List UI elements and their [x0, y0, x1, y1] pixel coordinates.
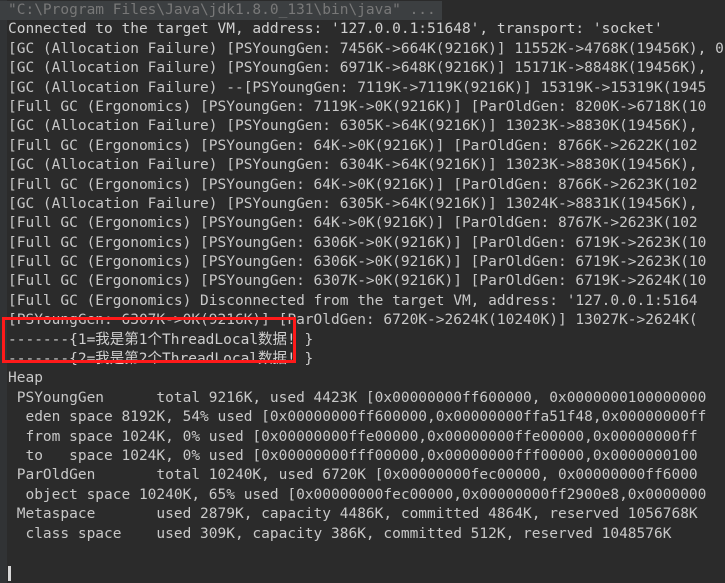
console-line: to space 1024K, 0% used [0x00000000fff00…	[8, 447, 698, 464]
console-line: [Full GC (Ergonomics) [PSYoungGen: 64K->…	[8, 215, 698, 232]
console-line: [Full GC (Ergonomics) [PSYoungGen: 6307K…	[8, 273, 707, 290]
console-line: [Full GC (Ergonomics) [PSYoungGen: 7119K…	[8, 98, 707, 115]
console-line: [GC (Allocation Failure) [PSYoungGen: 63…	[8, 118, 698, 135]
console-line-list: "C:\Program Files\Java\jdk1.8.0_131\bin\…	[0, 0, 725, 583]
console-line: [Full GC (Ergonomics) [PSYoungGen: 64K->…	[8, 176, 698, 193]
console-line: Heap	[8, 370, 43, 387]
command-line-row: "C:\Program Files\Java\jdk1.8.0_131\bin\…	[0, 1, 725, 21]
console-line: Metaspace used 2879K, capacity 4486K, co…	[8, 506, 698, 523]
console-line: [Full GC (Ergonomics) [PSYoungGen: 6306K…	[8, 254, 707, 271]
console-line: class space used 309K, capacity 386K, co…	[8, 525, 672, 542]
console-line: eden space 8192K, 54% used [0x00000000ff…	[8, 409, 707, 426]
console-line: [Full GC (Ergonomics) Disconnected from …	[8, 292, 698, 309]
console-line: [PSYoungGen: 6307K->0K(9216K)] [ParOldGe…	[8, 312, 698, 329]
console-line: Connected to the target VM, address: '12…	[8, 21, 663, 38]
console-line: [GC (Allocation Failure) [PSYoungGen: 69…	[8, 60, 707, 77]
console-line: [GC (Allocation Failure) --[PSYoungGen: …	[8, 79, 707, 96]
console-line: object space 10240K, 65% used [0x0000000…	[8, 486, 707, 503]
console-line: [Full GC (Ergonomics) [PSYoungGen: 6306K…	[8, 234, 707, 251]
console-line: PSYoungGen total 9216K, used 4423K [0x00…	[8, 389, 707, 406]
console-line: from space 1024K, 0% used [0x00000000ffe…	[8, 428, 698, 445]
console-line: -------{1=我是第1个ThreadLocal数据! }	[8, 331, 314, 348]
console-line: [Full GC (Ergonomics) [PSYoungGen: 64K->…	[8, 137, 698, 154]
console-line: -------{2=我是第2个ThreadLocal数据! }	[8, 351, 314, 368]
console-line: [GC (Allocation Failure) [PSYoungGen: 74…	[8, 40, 725, 57]
run-console-output[interactable]: "C:\Program Files\Java\jdk1.8.0_131\bin\…	[0, 0, 725, 583]
console-line: [GC (Allocation Failure) [PSYoungGen: 63…	[8, 157, 698, 174]
java-command-line[interactable]: "C:\Program Files\Java\jdk1.8.0_131\bin\…	[0, 1, 442, 21]
console-output-lines: Connected to the target VM, address: '12…	[0, 20, 725, 583]
console-caret	[8, 566, 11, 581]
console-line: [GC (Allocation Failure) [PSYoungGen: 63…	[8, 195, 698, 212]
console-line: ParOldGen total 10240K, used 6720K [0x00…	[8, 467, 698, 484]
